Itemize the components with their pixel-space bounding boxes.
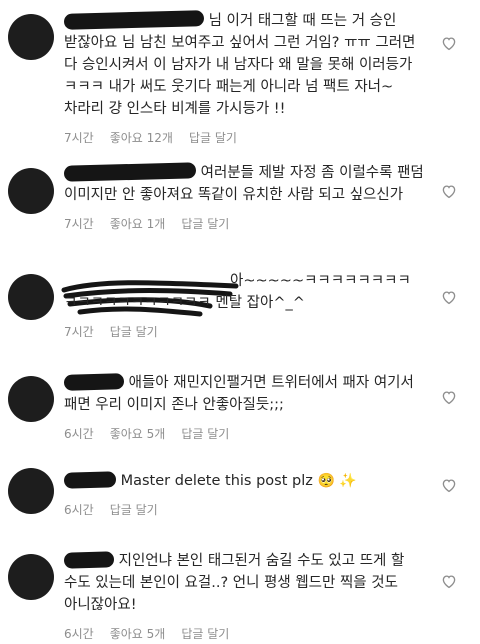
comment-time: 7시간 xyxy=(64,131,94,145)
comment-meta: 6시간 좋아요 5개 답글 달기 xyxy=(64,625,424,642)
heart-outline-icon[interactable] xyxy=(440,182,458,200)
comment-meta: 7시간 좋아요 12개 답글 달기 xyxy=(64,129,424,146)
comment-time: 7시간 xyxy=(64,217,94,231)
heart-outline-icon[interactable] xyxy=(440,288,458,306)
comment-text: 아~~~~~ㅋㅋㅋㅋㅋㅋㅋㅋ xyxy=(230,273,411,289)
pleading-sparkles-emoji: 🥺 ✨ xyxy=(317,473,357,489)
redacted-username xyxy=(63,162,197,182)
reply-button[interactable]: 답글 달기 xyxy=(181,425,229,442)
avatar[interactable] xyxy=(8,554,54,600)
comment-time: 6시간 xyxy=(64,427,94,441)
comment-text: Master delete this post plz 🥺 ✨ xyxy=(63,470,424,492)
comment-time: 7시간 xyxy=(64,325,94,339)
comment-text-line2: ㅋㅋㅋㅋㅋㅋㅋㅋㅋㅋㅋ 멘탈 잡아^_^ xyxy=(64,295,305,311)
comment-text: 애들아 재민지인팰거면 트위터에서 패자 여기서 패면 우리 이미지 존나 안좋… xyxy=(63,373,414,413)
comment-likes[interactable]: 좋아요 5개 xyxy=(110,425,166,442)
avatar[interactable] xyxy=(8,14,54,60)
avatar[interactable] xyxy=(8,168,54,214)
reply-button[interactable]: 답글 달기 xyxy=(110,501,158,518)
comment-time: 6시간 xyxy=(64,503,94,517)
comment-meta: 6시간 답글 달기 xyxy=(64,501,424,518)
reply-button[interactable]: 답글 달기 xyxy=(181,625,229,642)
heart-outline-icon[interactable] xyxy=(440,476,458,494)
avatar[interactable] xyxy=(8,274,54,320)
comment-likes[interactable]: 좋아요 1개 xyxy=(110,215,166,232)
redacted-username xyxy=(63,471,117,489)
heart-outline-icon[interactable] xyxy=(440,34,458,52)
redacted-username xyxy=(63,373,125,391)
reply-button[interactable]: 답글 달기 xyxy=(181,215,229,232)
avatar[interactable] xyxy=(8,468,54,514)
comment-meta: 6시간 좋아요 5개 답글 달기 xyxy=(64,425,424,442)
reply-button[interactable]: 답글 달기 xyxy=(189,129,237,146)
comment-time: 6시간 xyxy=(64,627,94,641)
comment-meta: 7시간 답글 달기 xyxy=(64,323,424,340)
redacted-username xyxy=(63,10,205,30)
comment-text: 님 이거 태그할 때 뜨는 거 승인 받잖아요 님 남친 보여주고 싶어서 그런… xyxy=(63,10,424,120)
avatar[interactable] xyxy=(8,376,54,422)
comment-likes[interactable]: 좋아요 5개 xyxy=(110,625,166,642)
comment-meta: 7시간 좋아요 1개 답글 달기 xyxy=(64,215,424,232)
heart-outline-icon[interactable] xyxy=(440,572,458,590)
reply-button[interactable]: 답글 달기 xyxy=(110,323,158,340)
comment-likes[interactable]: 좋아요 12개 xyxy=(110,129,173,146)
redacted-username xyxy=(63,551,115,569)
comment-text: 지인언냐 본인 태그된거 숨길 수도 있고 뜨게 할 수도 있는데 본인이 요걸… xyxy=(63,551,405,613)
heart-outline-icon[interactable] xyxy=(440,388,458,406)
comment-text: 여러분들 제발 자정 좀 이럴수록 팬덤 이미지만 안 좋아져요 똑같이 유치한… xyxy=(63,162,424,206)
